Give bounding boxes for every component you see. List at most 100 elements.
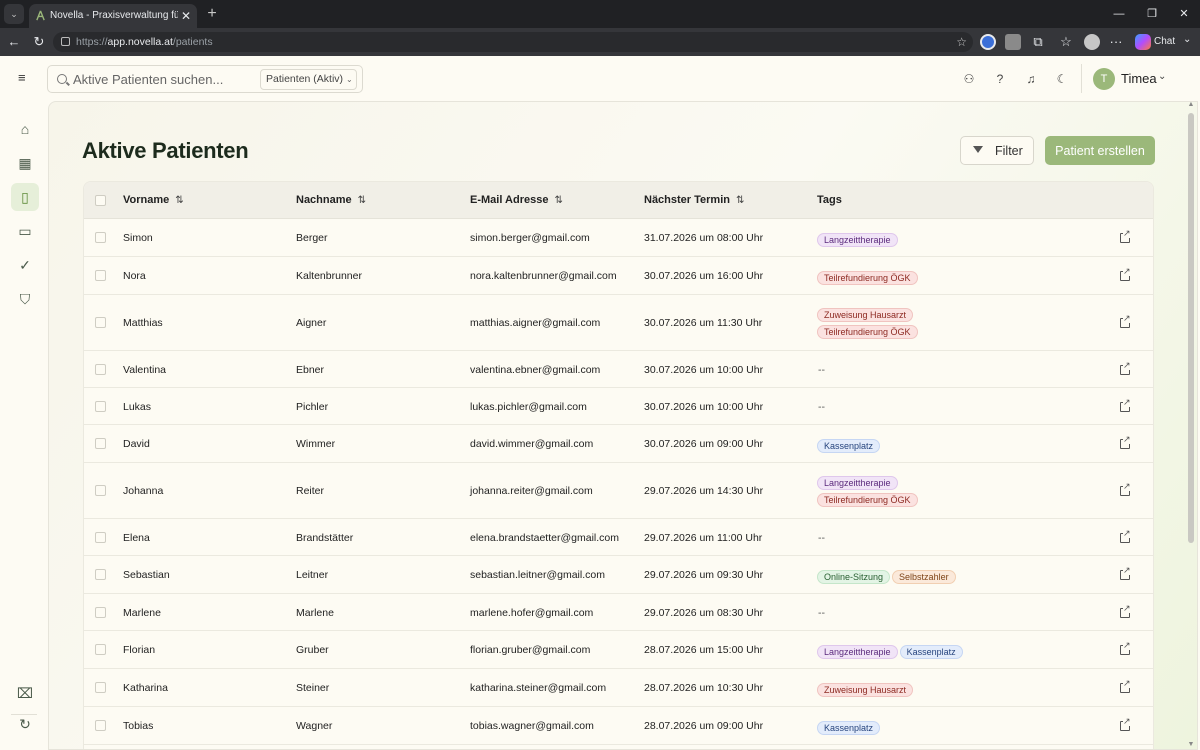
page-title: Aktive Patienten <box>82 138 249 163</box>
column-header-nachname[interactable]: Nachname ⇅ <box>296 194 366 206</box>
row-checkbox[interactable] <box>95 532 106 543</box>
open-external-icon[interactable] <box>1120 481 1131 496</box>
sidebar-item-calendar[interactable]: ▦ <box>11 149 39 177</box>
back-arrow-icon[interactable]: ← <box>6 34 22 50</box>
open-external-icon[interactable] <box>1120 360 1131 375</box>
row-checkbox[interactable] <box>95 401 106 412</box>
sort-icon[interactable]: ⇅ <box>554 195 562 206</box>
sidebar-item-tasks[interactable]: ✓ <box>11 251 39 279</box>
scroll-down-arrow-icon[interactable]: ▼ <box>1187 741 1195 749</box>
table-row[interactable]: Lukas Pichler lukas.pichler@gmail.com 30.07… <box>84 388 1153 425</box>
column-header-termin[interactable]: Nächster Termin ⇅ <box>644 194 744 206</box>
sidebar-item-updates[interactable]: ↻ <box>11 710 39 738</box>
table-row[interactable]: Johanna Reiter johanna.reiter@gmail.com 29.… <box>84 463 1153 519</box>
search-input[interactable] <box>73 70 258 88</box>
row-checkbox[interactable] <box>95 270 106 281</box>
open-external-icon[interactable] <box>1120 716 1131 731</box>
first-name-cell: Elena <box>123 532 150 544</box>
favorites-icon[interactable]: ☆ <box>1058 34 1074 50</box>
browser-tab-active[interactable]: Novella - Praxisverwaltung für The ✕ <box>29 4 197 28</box>
calendar-icon: ▦ <box>18 155 32 171</box>
sort-icon[interactable]: ⇅ <box>736 195 744 206</box>
scroll-up-arrow-icon[interactable]: ▲ <box>1187 101 1195 109</box>
menu-hamburger-icon[interactable]: ≡ <box>18 71 32 85</box>
main-content: Aktive Patienten Filter Patient erstelle… <box>48 101 1198 750</box>
open-external-icon[interactable] <box>1120 434 1131 449</box>
table-row[interactable]: Nora Kaltenbrunner nora.kaltenbrunner@gmai… <box>84 257 1153 295</box>
more-menu-icon[interactable]: ··· <box>1108 34 1124 50</box>
row-checkbox[interactable] <box>95 682 106 693</box>
close-window-button[interactable]: ✕ <box>1178 6 1190 22</box>
user-switch-icon[interactable]: ⚇ <box>961 71 977 87</box>
search-scope-select[interactable]: Patienten (Aktiv) ⌄ <box>260 69 357 90</box>
open-external-icon[interactable] <box>1120 228 1131 243</box>
table-row[interactable]: Katharina Steiner katharina.steiner@gmail.… <box>84 669 1153 707</box>
column-label: Nachname <box>296 194 352 206</box>
first-name-cell: Marlene <box>123 607 161 619</box>
column-header-email[interactable]: E-Mail Adresse ⇅ <box>470 194 563 206</box>
open-external-icon[interactable] <box>1120 640 1131 655</box>
sidebar-item-billing[interactable]: ▭ <box>11 217 39 245</box>
tab-close-icon[interactable]: ✕ <box>181 4 191 28</box>
open-external-icon[interactable] <box>1120 266 1131 281</box>
minimize-button[interactable]: — <box>1113 6 1125 22</box>
sidebar-item-security[interactable]: ⛉ <box>11 285 39 313</box>
profile-avatar-icon[interactable] <box>1084 34 1100 50</box>
open-external-icon[interactable] <box>1120 397 1131 412</box>
open-external-icon[interactable] <box>1120 565 1131 580</box>
sidebar-item-home[interactable]: ⌂ <box>11 115 39 143</box>
gift-icon: ⌧ <box>16 685 34 701</box>
chevron-down-icon[interactable]: ⌄ <box>1158 71 1166 82</box>
open-external-icon[interactable] <box>1120 678 1131 693</box>
row-checkbox[interactable] <box>95 644 106 655</box>
sidebar-item-patients[interactable]: ▯ <box>11 183 39 211</box>
sidebar-item-gifts[interactable]: ⌧ <box>11 679 39 707</box>
reload-icon[interactable]: ↻ <box>31 34 47 50</box>
page-scrollbar[interactable]: ▲ ▼ <box>1187 101 1195 750</box>
row-checkbox[interactable] <box>95 364 106 375</box>
column-header-vorname[interactable]: Vorname ⇅ <box>123 194 184 206</box>
table-row[interactable]: Simon Berger simon.berger@gmail.com 31.07.2… <box>84 219 1153 257</box>
scrollbar-thumb[interactable] <box>1188 113 1194 543</box>
user-name[interactable]: Timea <box>1121 71 1157 86</box>
row-checkbox[interactable] <box>95 569 106 580</box>
table-row[interactable]: Florian Gruber florian.gruber@gmail.com 28.… <box>84 631 1153 669</box>
row-checkbox[interactable] <box>95 720 106 731</box>
table-row[interactable]: Valentina Ebner valentina.ebner@gmail.com 3… <box>84 351 1153 388</box>
row-checkbox[interactable] <box>95 438 106 449</box>
dark-mode-moon-icon[interactable]: ☾ <box>1054 71 1070 87</box>
filter-button[interactable]: Filter <box>960 136 1034 165</box>
table-row[interactable]: Marlene Marlene marlene.hofer@gmail.com 29.… <box>84 594 1153 631</box>
sort-icon[interactable]: ⇅ <box>175 195 183 206</box>
extensions-puzzle-icon[interactable]: ⧉ <box>1030 34 1046 50</box>
user-avatar[interactable]: T <box>1093 68 1115 90</box>
open-external-icon[interactable] <box>1120 313 1131 328</box>
help-icon[interactable]: ? <box>992 71 1008 87</box>
table-row[interactable]: Tobias Wagner tobias.wagner@gmail.com 28.07… <box>84 707 1153 745</box>
camera-extension-icon[interactable] <box>1005 34 1021 50</box>
password-manager-extension-icon[interactable] <box>980 34 996 50</box>
row-checkbox[interactable] <box>95 607 106 618</box>
new-tab-button[interactable]: + <box>204 4 220 24</box>
row-checkbox[interactable] <box>95 485 106 496</box>
tab-list-button[interactable]: ⌄ <box>4 4 24 24</box>
table-row[interactable]: Elena Brandstätter elena.brandstaetter@gma… <box>84 519 1153 556</box>
table-row[interactable]: Matthias Aigner matthias.aigner@gmail.com 3… <box>84 295 1153 351</box>
open-external-icon[interactable] <box>1120 528 1131 543</box>
table-row[interactable]: Sebastian Leitner sebastian.leitner@gmail.… <box>84 556 1153 594</box>
row-checkbox[interactable] <box>95 317 106 328</box>
address-bar[interactable]: https://app.novella.at/patients ☆ <box>53 32 973 52</box>
site-info-icon[interactable] <box>61 37 70 46</box>
maximize-button[interactable]: ❐ <box>1146 6 1158 22</box>
bookmark-star-icon[interactable]: ☆ <box>956 32 967 52</box>
table-row[interactable]: David Wimmer david.wimmer@gmail.com 30.07.2… <box>84 425 1153 463</box>
open-external-icon[interactable] <box>1120 603 1131 618</box>
copilot-chat-button[interactable]: Chat <box>1133 32 1181 52</box>
chevron-down-icon[interactable]: ⌄ <box>1183 34 1191 45</box>
sort-icon[interactable]: ⇅ <box>358 195 366 206</box>
row-checkbox[interactable] <box>95 232 106 243</box>
notification-bell-icon[interactable]: ♫ <box>1023 71 1039 87</box>
select-all-checkbox[interactable] <box>95 195 106 206</box>
create-patient-button[interactable]: Patient erstellen <box>1045 136 1155 165</box>
first-name-cell: Valentina <box>123 364 167 376</box>
